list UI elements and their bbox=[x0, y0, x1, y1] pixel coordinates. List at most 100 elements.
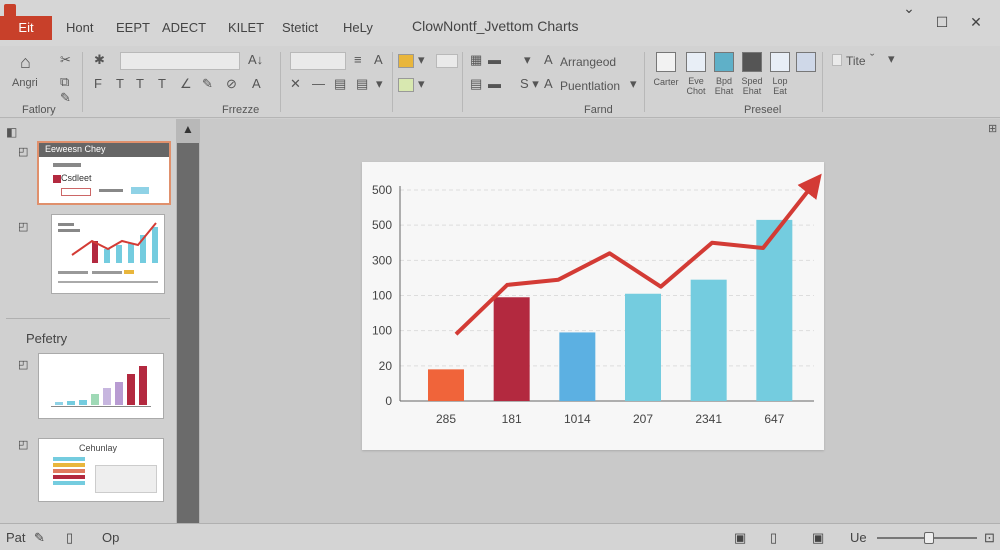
bar[interactable] bbox=[428, 369, 464, 401]
y-tick-label: 0 bbox=[385, 394, 392, 408]
italic-icon[interactable]: T bbox=[116, 76, 124, 91]
format-painter-icon[interactable]: ✎ bbox=[60, 90, 71, 106]
group-label-clipboard: Fatlory bbox=[22, 104, 56, 116]
status-slide-label: Pat bbox=[6, 530, 26, 545]
menu-design[interactable]: ADECT bbox=[162, 20, 206, 35]
line-spacing-icon[interactable]: ≡ bbox=[354, 52, 362, 67]
slide-thumbnail-4[interactable]: Cehunlay bbox=[38, 438, 164, 502]
group-label-font: Frrezze bbox=[222, 104, 260, 116]
thumb1-row-label: Csdleet bbox=[61, 173, 92, 183]
title-checkbox[interactable] bbox=[832, 54, 842, 66]
align-center-icon[interactable]: ▤ bbox=[356, 76, 368, 92]
paste-icon[interactable]: ⌂ bbox=[20, 52, 31, 73]
highlight-icon[interactable]: ⊘ bbox=[226, 76, 237, 92]
normal-view-icon[interactable]: ▣ bbox=[734, 530, 746, 546]
y-tick-label: 100 bbox=[372, 324, 392, 338]
pen-icon[interactable]: ✎ bbox=[202, 76, 213, 92]
chart-preset-6-icon[interactable] bbox=[796, 52, 816, 72]
chart-preset-3-icon[interactable] bbox=[714, 52, 734, 72]
comments-icon[interactable]: ▯ bbox=[66, 530, 73, 546]
chart-preset-1-icon[interactable] bbox=[656, 52, 676, 72]
font-name-input[interactable] bbox=[120, 52, 240, 70]
cut-icon[interactable]: ✂ bbox=[60, 52, 71, 68]
thumb2-mini-chart bbox=[58, 222, 158, 283]
y-tick-label: 300 bbox=[372, 253, 392, 267]
current-slide[interactable]: 0 20 100 100 300 500 500 285 181 1014 207 2341 647 bbox=[362, 162, 824, 450]
numbering-icon[interactable]: — bbox=[312, 76, 325, 91]
group-label-format: Farnd bbox=[584, 104, 613, 116]
fit-slide-icon[interactable]: ⊡ bbox=[984, 530, 995, 546]
outline-dropdown-icon[interactable]: ▾ bbox=[418, 76, 425, 92]
thumb3-mini-chart bbox=[51, 366, 151, 407]
chart[interactable]: 0 20 100 100 300 500 500 285 181 1014 207 2341 647 bbox=[362, 162, 824, 450]
group-icon[interactable]: ▤ bbox=[470, 76, 482, 92]
scroll-up-arrow-icon[interactable]: ▲ bbox=[182, 122, 194, 136]
strikethrough-icon[interactable]: T bbox=[158, 76, 166, 91]
canvas-fit-icon[interactable]: ⊞ bbox=[988, 122, 997, 135]
slide-sorter-icon[interactable]: ▯ bbox=[770, 530, 777, 546]
menu-help[interactable]: HeLy bbox=[343, 20, 373, 35]
thumb1-title: Eeweesn Chey bbox=[45, 144, 106, 154]
fill-dropdown-icon[interactable]: ▾ bbox=[418, 52, 425, 68]
ribbon-collapse-icon[interactable]: ⌄ bbox=[900, 0, 918, 17]
zoom-slider-knob[interactable] bbox=[924, 532, 934, 544]
menu-home[interactable]: Hont bbox=[66, 20, 93, 35]
text-direction-icon[interactable]: A bbox=[374, 52, 383, 67]
bar[interactable] bbox=[493, 297, 530, 401]
arrange-grid-icon[interactable]: ▦ bbox=[470, 52, 482, 68]
bar[interactable] bbox=[625, 293, 661, 401]
tile-label-5: Lop Eat bbox=[772, 76, 788, 96]
fill-color-swatch[interactable] bbox=[398, 54, 414, 68]
shadow-icon[interactable]: ∠ bbox=[180, 76, 192, 92]
bullets-icon[interactable]: ✕ bbox=[290, 76, 301, 92]
align-left-icon[interactable]: ▤ bbox=[334, 76, 346, 92]
menu-view[interactable]: Stetict bbox=[282, 20, 318, 35]
close-button[interactable]: ✕ bbox=[967, 14, 985, 31]
x-tick-label: 207 bbox=[633, 412, 653, 426]
group-bar-icon[interactable]: ▬ bbox=[488, 76, 501, 91]
presentation-dropdown-icon[interactable]: ▾ bbox=[630, 76, 637, 92]
arrange-dropdown-icon[interactable]: ▾ bbox=[524, 52, 531, 68]
angri-label: Angri bbox=[12, 77, 38, 89]
menu-insert[interactable]: EEPT bbox=[116, 20, 150, 35]
status-op-label: Op bbox=[102, 530, 120, 545]
zoom-label: Ue bbox=[850, 530, 867, 545]
reading-view-icon[interactable]: ▣ bbox=[812, 530, 824, 546]
bold-icon[interactable]: F bbox=[94, 76, 102, 91]
group-dropdown-icon[interactable]: S ▾ bbox=[520, 76, 539, 92]
panel-toggle-icon[interactable]: ◧ bbox=[6, 125, 17, 139]
arrange-a-icon[interactable]: A bbox=[544, 52, 553, 67]
maximize-button[interactable]: ☐ bbox=[933, 14, 951, 31]
title-more-icon[interactable]: ▾ bbox=[888, 51, 895, 67]
underline-icon[interactable]: T bbox=[136, 76, 144, 91]
paragraph-style-dropdown[interactable] bbox=[290, 52, 346, 70]
shape-outline-box[interactable] bbox=[436, 54, 458, 68]
chart-preset-4-icon[interactable] bbox=[742, 52, 762, 72]
status-bar: Pat ✎ ▯ Op ▣ ▯ ▣ Ue ⊡ bbox=[0, 523, 1000, 550]
slide-thumbnail-3[interactable] bbox=[38, 353, 164, 419]
outline-color-swatch[interactable] bbox=[398, 78, 414, 92]
font-size-icon[interactable]: A↓ bbox=[248, 52, 263, 67]
slide-4-marker-icon: ◰ bbox=[18, 439, 29, 451]
panel-scroll-thumb[interactable] bbox=[177, 143, 199, 523]
notes-icon[interactable]: ✎ bbox=[34, 530, 45, 546]
file-menu-button[interactable]: Eit bbox=[0, 16, 52, 40]
arrange-bar-icon[interactable]: ▬ bbox=[488, 52, 501, 67]
presentation-label[interactable]: Puentlation bbox=[560, 79, 620, 93]
presentation-icon[interactable]: A bbox=[544, 76, 553, 91]
chart-preset-2-icon[interactable] bbox=[686, 52, 706, 72]
y-tick-label: 500 bbox=[372, 183, 392, 197]
font-color-icon[interactable]: A bbox=[252, 76, 261, 91]
chart-preset-5-icon[interactable] bbox=[770, 52, 790, 72]
slide-thumbnail-1[interactable]: Eeweesn Chey Csdleet bbox=[37, 141, 171, 205]
align-dropdown-icon[interactable]: ▾ bbox=[376, 76, 383, 92]
pin-icon[interactable]: ✱ bbox=[94, 52, 105, 68]
title-dropdown-icon[interactable]: ˇ bbox=[870, 51, 874, 66]
copy-icon[interactable]: ⧉ bbox=[60, 74, 69, 90]
bar[interactable] bbox=[559, 332, 596, 401]
slide-thumbnail-2[interactable] bbox=[51, 214, 165, 294]
menu-review[interactable]: KILET bbox=[228, 20, 264, 35]
arrange-label[interactable]: Arrangeod bbox=[560, 55, 616, 69]
y-tick-label: 500 bbox=[372, 218, 392, 232]
bar[interactable] bbox=[690, 279, 727, 401]
